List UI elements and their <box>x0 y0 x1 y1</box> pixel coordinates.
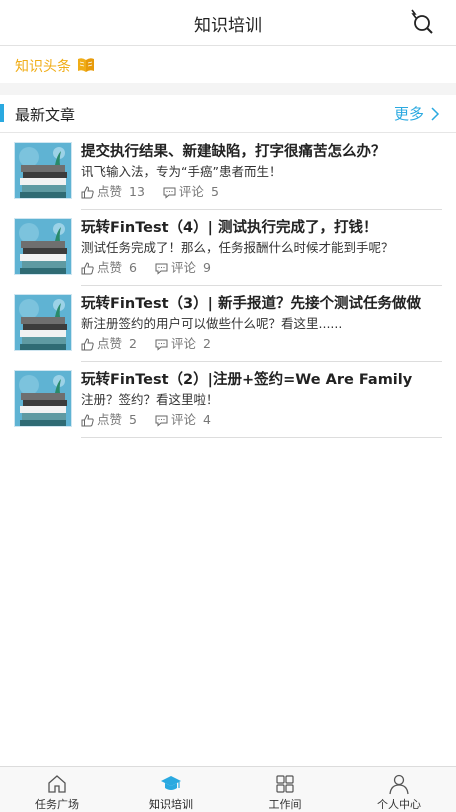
search-button[interactable] <box>408 8 438 36</box>
article-thumbnail <box>14 218 72 275</box>
section-accent-bar <box>0 104 4 122</box>
tab-label: 任务广场 <box>35 798 79 811</box>
thumbs-up-icon <box>81 413 94 426</box>
article-summary: 测试任务完成了！那么，任务报酬什么时候才能到手呢？ <box>81 240 394 255</box>
article-stats: 点赞 5 评论 4 <box>81 411 442 429</box>
article-thumbnail <box>14 294 72 351</box>
tab-personal-center[interactable]: 个人中心 <box>342 767 456 812</box>
comment-count: 5 <box>210 184 219 199</box>
section-title: 最新文章 <box>15 106 76 124</box>
chevron-right-icon <box>431 106 440 121</box>
article-stats: 点赞 6 评论 9 <box>81 259 442 277</box>
home-icon <box>48 775 66 793</box>
comment-button[interactable]: 评论 4 <box>155 411 211 429</box>
app-header: 知识培训 <box>0 0 456 46</box>
like-button[interactable]: 点赞 2 <box>81 335 137 353</box>
like-button[interactable]: 点赞 5 <box>81 411 137 429</box>
article-stats: 点赞 13 评论 5 <box>81 183 442 201</box>
grid-icon <box>276 775 294 793</box>
like-label: 点赞 <box>97 184 123 199</box>
article-summary: 讯飞输入法，专为“手癌”患者而生！ <box>81 164 282 179</box>
tab-label: 工作间 <box>268 798 302 811</box>
section-divider <box>0 83 456 95</box>
latest-articles-header: 最新文章 更多 <box>0 95 456 133</box>
article-thumbnail-image <box>15 143 71 198</box>
like-label: 点赞 <box>97 260 123 275</box>
book-icon <box>78 58 94 72</box>
article-title: 玩转FinTest（2）|注册+签约=We Are Family <box>81 372 413 388</box>
comment-count: 2 <box>202 336 211 351</box>
like-button[interactable]: 点赞 6 <box>81 259 137 277</box>
knowledge-headline-label: 知识头条 <box>15 59 71 75</box>
comment-label: 评论 <box>170 336 196 351</box>
tab-label: 个人中心 <box>377 798 421 811</box>
like-count: 6 <box>129 260 137 275</box>
article-content: 提交执行结果、新建缺陷，打字很痛苦怎么办？ 讯飞输入法，专为“手癌”患者而生！ 点赞… <box>81 142 442 210</box>
article-item[interactable]: 玩转FinTest（2）|注册+签约=We Are Family 注册？签约？看这… <box>0 362 456 438</box>
thumbs-up-icon <box>81 261 94 274</box>
article-item[interactable]: 玩转FinTest（4）| 测试执行完成了，打钱！ 测试任务完成了！那么，任务报酬… <box>0 210 456 286</box>
like-count: 2 <box>129 336 137 351</box>
comment-count: 9 <box>202 260 211 275</box>
like-button[interactable]: 点赞 13 <box>81 183 145 201</box>
article-item[interactable]: 提交执行结果、新建缺陷，打字很痛苦怎么办？ 讯飞输入法，专为“手癌”患者而生！ 点赞… <box>0 134 456 210</box>
like-label: 点赞 <box>97 336 123 351</box>
article-thumbnail-image <box>15 295 71 350</box>
like-count: 13 <box>129 184 145 199</box>
comment-icon <box>155 263 168 275</box>
article-title: 玩转FinTest（3）| 新手报道？先接个测试任务做做 <box>81 296 421 312</box>
comment-button[interactable]: 评论 9 <box>155 259 211 277</box>
tab-label: 知识培训 <box>149 798 193 811</box>
more-link-label: 更多 <box>393 105 424 123</box>
article-stats: 点赞 2 评论 2 <box>81 335 442 353</box>
comment-icon <box>155 415 168 427</box>
article-thumbnail-image <box>15 371 71 426</box>
like-count: 5 <box>129 412 137 427</box>
bottom-tab-bar: 任务广场 知识培训 工作间 个人中心 <box>0 766 456 812</box>
comment-icon <box>155 339 168 351</box>
thumbs-up-icon <box>81 337 94 350</box>
comment-icon <box>163 187 176 199</box>
thumbs-up-icon <box>81 185 94 198</box>
article-content: 玩转FinTest（4）| 测试执行完成了，打钱！ 测试任务完成了！那么，任务报酬… <box>81 218 442 286</box>
article-summary: 注册？签约？看这里啦！ <box>81 392 219 407</box>
article-thumbnail <box>14 142 72 199</box>
article-content: 玩转FinTest（3）| 新手报道？先接个测试任务做做 新注册签约的用户可以做些… <box>81 294 442 362</box>
comment-count: 4 <box>202 412 211 427</box>
article-title: 提交执行结果、新建缺陷，打字很痛苦怎么办？ <box>81 144 386 160</box>
comment-label: 评论 <box>170 412 196 427</box>
comment-label: 评论 <box>170 260 196 275</box>
article-title: 玩转FinTest（4）| 测试执行完成了，打钱！ <box>81 220 378 236</box>
person-icon <box>389 774 409 795</box>
article-list: 提交执行结果、新建缺陷，打字很痛苦怎么办？ 讯飞输入法，专为“手癌”患者而生！ 点赞… <box>0 134 456 438</box>
comment-button[interactable]: 评论 5 <box>163 183 219 201</box>
page-title: 知识培训 <box>194 16 262 36</box>
tab-workspace[interactable]: 工作间 <box>228 767 342 812</box>
article-item[interactable]: 玩转FinTest（3）| 新手报道？先接个测试任务做做 新注册签约的用户可以做些… <box>0 286 456 362</box>
article-content: 玩转FinTest（2）|注册+签约=We Are Family 注册？签约？看这… <box>81 370 442 438</box>
article-thumbnail-image <box>15 219 71 274</box>
knowledge-headline-bar[interactable]: 知识头条 <box>0 47 456 83</box>
graduation-cap-icon <box>161 776 181 790</box>
tab-knowledge-training[interactable]: 知识培训 <box>114 767 228 812</box>
more-link[interactable]: 更多 <box>394 103 440 124</box>
article-summary: 新注册签约的用户可以做些什么呢？看这里...... <box>81 316 343 331</box>
comment-label: 评论 <box>178 184 204 199</box>
article-thumbnail <box>14 370 72 427</box>
like-label: 点赞 <box>97 412 123 427</box>
tab-task-square[interactable]: 任务广场 <box>0 767 114 812</box>
comment-button[interactable]: 评论 2 <box>155 335 211 353</box>
search-icon <box>411 9 433 34</box>
